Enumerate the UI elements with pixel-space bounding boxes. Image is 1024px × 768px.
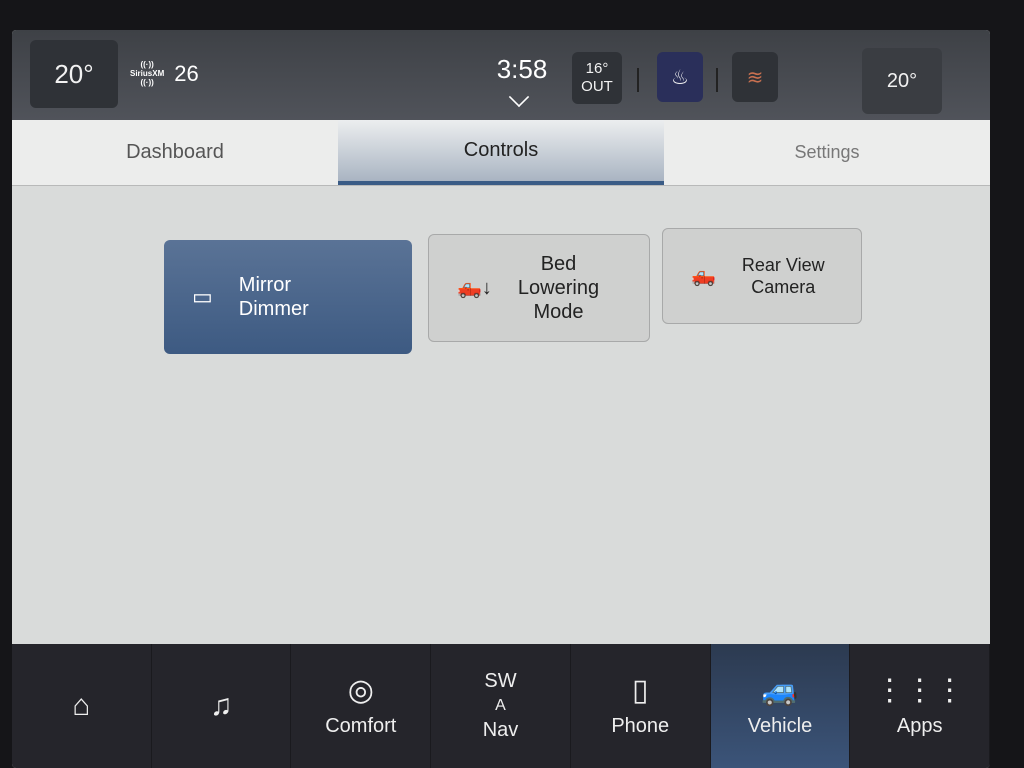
radio-status[interactable]: ((·)) SiriusXM ((·)) 26 xyxy=(130,60,199,87)
passenger-temp-button[interactable]: 20° xyxy=(862,48,942,114)
chevron-down-icon[interactable] xyxy=(508,86,530,108)
nav-vehicle[interactable]: 🚙 Vehicle xyxy=(710,644,851,768)
outside-temp-value: 16° xyxy=(585,60,609,77)
nav-label: Nav xyxy=(482,719,519,741)
comfort-seat-icon: ◎ xyxy=(347,673,374,707)
nav-apps[interactable]: ⋮⋮⋮ Apps xyxy=(850,644,990,768)
home-icon: ⌂ xyxy=(72,689,91,722)
compass-heading: SW xyxy=(484,670,517,692)
truck-camera-icon: 🛻 xyxy=(691,265,716,287)
compass-arrow-icon: A xyxy=(495,697,506,714)
outside-temp-label: OUT xyxy=(581,78,613,95)
divider xyxy=(716,68,718,92)
mirror-dimmer-button[interactable]: ▭ Mirror Dimmer xyxy=(164,240,412,354)
nav-nav[interactable]: SW A Nav xyxy=(431,644,571,768)
music-note-icon: ♫ xyxy=(209,689,233,722)
heated-seat-button[interactable]: ♨ xyxy=(657,52,703,102)
heated-wheel-button[interactable]: ≋ xyxy=(732,52,778,102)
mirror-dimmer-label: Mirror Dimmer xyxy=(238,274,309,320)
bed-lowering-label: Bed Lowering Mode xyxy=(517,253,600,323)
truck-lower-icon: 🛻↓ xyxy=(457,277,492,299)
status-bar: 20° ((·)) SiriusXM ((·)) 26 3:58 16° OUT ♨… xyxy=(12,30,990,120)
apps-grid-icon: ⋮⋮⋮ xyxy=(874,673,965,707)
tab-bar: Dashboard Controls Settings xyxy=(12,120,990,186)
radio-channel: 26 xyxy=(174,60,199,86)
rear-view-camera-button[interactable]: 🛻 Rear View Camera xyxy=(662,228,862,324)
divider xyxy=(637,68,639,92)
nav-comfort[interactable]: ◎ Comfort xyxy=(291,644,432,768)
mirror-icon: ▭ xyxy=(192,284,213,309)
siriusxm-logo: ((·)) SiriusXM ((·)) xyxy=(130,60,165,87)
phone-icon: ▯ xyxy=(631,673,649,707)
bed-lowering-mode-button[interactable]: 🛻↓ Bed Lowering Mode xyxy=(428,234,650,342)
rear-view-camera-label: Rear View Camera xyxy=(741,255,825,297)
outside-temp: 16° OUT xyxy=(572,52,622,104)
nav-vehicle-label: Vehicle xyxy=(747,714,813,737)
nav-phone-label: Phone xyxy=(611,714,670,737)
tab-dashboard[interactable]: Dashboard xyxy=(12,120,338,185)
seat-icon: ♨ xyxy=(671,66,689,89)
nav-phone[interactable]: ▯ Phone xyxy=(571,644,711,768)
nav-apps-label: Apps xyxy=(896,714,943,737)
nav-comfort-label: Comfort xyxy=(325,714,397,737)
vehicle-icon: 🚙 xyxy=(761,673,799,707)
tab-settings[interactable]: Settings xyxy=(664,120,990,185)
bottom-nav: ⌂ ♫ ◎ Comfort SW A Nav ▯ Phone 🚙 Vehicle ⋮⋮… xyxy=(12,644,990,768)
heat-icon: ≋ xyxy=(746,66,764,89)
tab-controls[interactable]: Controls xyxy=(338,120,664,185)
infotainment-screen: 20° ((·)) SiriusXM ((·)) 26 3:58 16° OUT ♨… xyxy=(12,30,990,768)
nav-media[interactable]: ♫ xyxy=(152,644,292,768)
clock: 3:58 xyxy=(496,54,548,84)
driver-temp-button[interactable]: 20° xyxy=(30,40,118,108)
nav-home[interactable]: ⌂ xyxy=(12,644,152,768)
